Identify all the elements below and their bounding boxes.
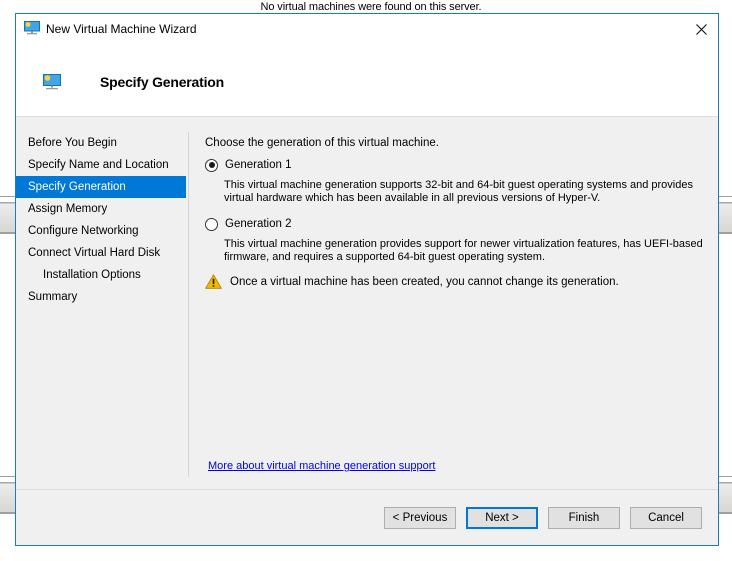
close-icon	[695, 23, 707, 35]
generation-content: Choose the generation of this virtual ma…	[205, 135, 708, 289]
sidebar-item-connect-virtual-hard-disk[interactable]: Connect Virtual Hard Disk	[16, 242, 186, 264]
background-status-text: No virtual machines were found on this s…	[260, 1, 482, 13]
generation-2-radio[interactable]	[205, 217, 218, 231]
warning-message: Once a virtual machine has been created,…	[205, 274, 708, 289]
sidebar-separator	[188, 132, 189, 477]
sidebar-item-specify-generation[interactable]: Specify Generation	[16, 176, 186, 198]
background-window-fragment	[719, 476, 732, 514]
window-title: New Virtual Machine Wizard	[46, 22, 197, 36]
generation-1-label[interactable]: Generation 1	[225, 159, 292, 171]
sidebar-item-specify-name-and-location[interactable]: Specify Name and Location	[16, 154, 186, 176]
page-title: Specify Generation	[100, 74, 224, 90]
sidebar-item-summary[interactable]: Summary	[16, 286, 186, 308]
warning-icon	[205, 274, 222, 289]
sidebar-item-assign-memory[interactable]: Assign Memory	[16, 198, 186, 220]
virtual-machine-icon	[24, 21, 40, 35]
generation-1-description: This virtual machine generation supports…	[224, 179, 693, 204]
footer-separator	[16, 489, 718, 490]
title-bar[interactable]: New Virtual Machine Wizard	[16, 14, 718, 44]
sidebar-item-before-you-begin[interactable]: Before You Begin	[16, 132, 186, 154]
background-window-fragment	[719, 196, 732, 234]
new-vm-wizard-dialog: New Virtual Machine Wizard Specify Gener…	[15, 13, 719, 546]
generation-1-option[interactable]: Generation 1	[205, 157, 708, 173]
generation-2-description: This virtual machine generation provides…	[224, 238, 703, 263]
generation-2-option[interactable]: Generation 2	[205, 216, 708, 232]
intro-text: Choose the generation of this virtual ma…	[205, 137, 439, 149]
background-window-fragment	[0, 196, 15, 234]
sidebar-item-configure-networking[interactable]: Configure Networking	[16, 220, 186, 242]
more-info-link[interactable]: More about virtual machine generation su…	[208, 460, 435, 472]
finish-button[interactable]: Finish	[548, 507, 620, 529]
background-window-fragment	[0, 476, 15, 514]
wizard-header: Specify Generation	[16, 44, 718, 117]
previous-button[interactable]: < Previous	[384, 507, 456, 529]
cancel-button[interactable]: Cancel	[630, 507, 702, 529]
next-button[interactable]: Next >	[466, 507, 538, 529]
sidebar-item-installation-options[interactable]: Installation Options	[16, 264, 186, 286]
virtual-machine-icon	[43, 74, 61, 90]
close-button[interactable]	[684, 14, 718, 44]
wizard-steps-sidebar: Before You Begin Specify Name and Locati…	[16, 132, 186, 308]
generation-1-radio[interactable]	[205, 158, 218, 172]
warning-text: Once a virtual machine has been created,…	[230, 275, 619, 288]
generation-2-label[interactable]: Generation 2	[225, 218, 292, 230]
